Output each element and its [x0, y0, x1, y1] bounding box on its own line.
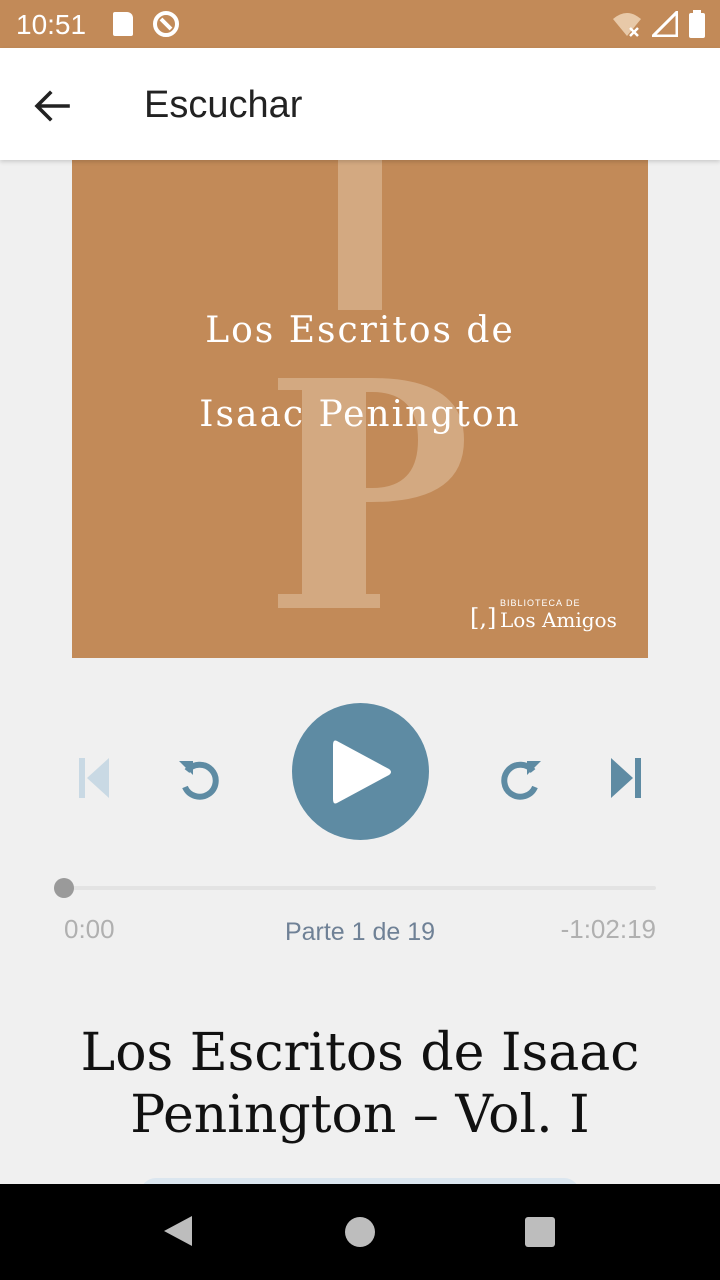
replay-icon — [179, 761, 219, 800]
previous-button[interactable] — [64, 746, 124, 810]
sd-card-icon — [113, 12, 133, 36]
progress-track[interactable] — [64, 886, 656, 890]
signal-icon — [652, 11, 678, 37]
publisher-main: Los Amigos — [500, 608, 617, 632]
nav-recents-icon[interactable] — [525, 1217, 555, 1247]
cover-art: Los Escritos de Isaac Penington [,] BIBL… — [72, 160, 648, 658]
next-button[interactable] — [596, 746, 656, 810]
status-time: 10:51 — [16, 9, 87, 40]
wifi-icon — [613, 13, 641, 37]
page-title: Escuchar — [144, 84, 303, 126]
arrow-left-icon — [34, 90, 70, 122]
cover-title-line1: Los Escritos de — [205, 310, 515, 351]
forward-icon — [501, 761, 541, 800]
publisher-logo: [,] BIBLIOTECA DE Los Amigos — [470, 598, 620, 632]
book-title: Los Escritos de Isaac Penington – Vol. I — [80, 1023, 640, 1145]
logo-bracket-icon: [,] — [470, 604, 497, 632]
forward-button[interactable] — [488, 748, 552, 812]
time-remaining: -1:02:19 — [560, 914, 656, 944]
play-button[interactable] — [292, 703, 429, 840]
progress-thumb[interactable] — [54, 878, 74, 898]
skip-next-icon — [611, 758, 641, 798]
back-button[interactable] — [26, 80, 78, 132]
nav-back-icon[interactable] — [162, 1214, 194, 1248]
publisher-small: BIBLIOTECA DE — [500, 598, 581, 608]
battery-icon — [689, 10, 705, 38]
play-icon — [332, 740, 391, 803]
cover-title-line2: Isaac Penington — [199, 394, 521, 435]
status-bar: 10:51 — [0, 0, 720, 48]
rewind-button[interactable] — [168, 748, 232, 812]
skip-previous-icon — [79, 758, 109, 798]
app-notification-icon — [153, 11, 179, 37]
system-nav-bar — [0, 1184, 720, 1280]
app-bar: Escuchar — [0, 48, 720, 160]
player-controls — [0, 700, 720, 845]
nav-home-icon[interactable] — [345, 1217, 375, 1247]
